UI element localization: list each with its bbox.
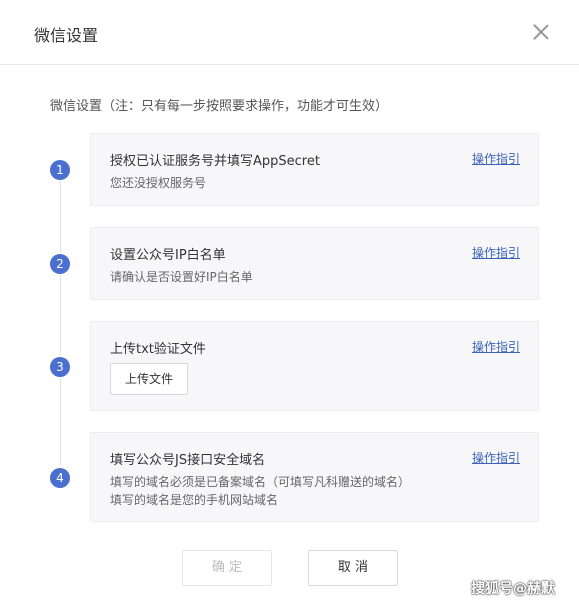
timeline-connector bbox=[60, 378, 61, 466]
step-title: 填写公众号JS接口安全域名 bbox=[110, 453, 266, 468]
step-card-2: 设置公众号IP白名单 请确认是否设置好IP白名单 操作指引 bbox=[90, 227, 539, 300]
confirm-button[interactable]: 确 定 bbox=[182, 550, 272, 586]
guide-link[interactable]: 操作指引 bbox=[472, 150, 520, 167]
step-number-4: 4 bbox=[50, 468, 70, 488]
timeline-connector bbox=[60, 181, 61, 253]
cancel-button[interactable]: 取 消 bbox=[308, 550, 398, 586]
step-description: 填写的域名必须是已备案域名（可填写凡科赠送的域名） bbox=[110, 475, 411, 489]
wechat-settings-dialog: 微信设置 微信设置（注：只有每一步按照要求操作，功能才可生效） 1 授权已认证服… bbox=[0, 0, 579, 608]
watermark: 搜狐号@赫默 bbox=[471, 581, 555, 597]
step-card-1: 授权已认证服务号并填写AppSecret 您还没授权服务号 操作指引 bbox=[90, 133, 539, 206]
dialog-title: 微信设置 bbox=[34, 26, 99, 45]
guide-link[interactable]: 操作指引 bbox=[472, 338, 520, 355]
intro-text: 微信设置（注：只有每一步按照要求操作，功能才可生效） bbox=[50, 99, 389, 114]
upload-file-button[interactable]: 上传文件 bbox=[110, 363, 188, 395]
step-number-3: 3 bbox=[50, 357, 70, 377]
step-number-2: 2 bbox=[50, 254, 70, 274]
timeline-connector bbox=[60, 275, 61, 355]
step-title: 上传txt验证文件 bbox=[110, 342, 206, 357]
step-title: 设置公众号IP白名单 bbox=[110, 248, 226, 263]
step-number-1: 1 bbox=[50, 160, 70, 180]
dialog-header: 微信设置 bbox=[0, 0, 579, 65]
step-card-3: 上传txt验证文件 上传文件 操作指引 bbox=[90, 321, 539, 411]
step-description: 您还没授权服务号 bbox=[110, 176, 207, 190]
step-title: 授权已认证服务号并填写AppSecret bbox=[110, 154, 320, 169]
step-card-4: 填写公众号JS接口安全域名 填写的域名必须是已备案域名（可填写凡科赠送的域名） … bbox=[90, 432, 539, 522]
guide-link[interactable]: 操作指引 bbox=[472, 244, 520, 261]
step-description: 填写的域名是您的手机网站域名 bbox=[110, 493, 279, 507]
guide-link[interactable]: 操作指引 bbox=[472, 449, 520, 466]
step-description: 请确认是否设置好IP白名单 bbox=[110, 270, 253, 284]
close-icon[interactable] bbox=[529, 20, 553, 44]
